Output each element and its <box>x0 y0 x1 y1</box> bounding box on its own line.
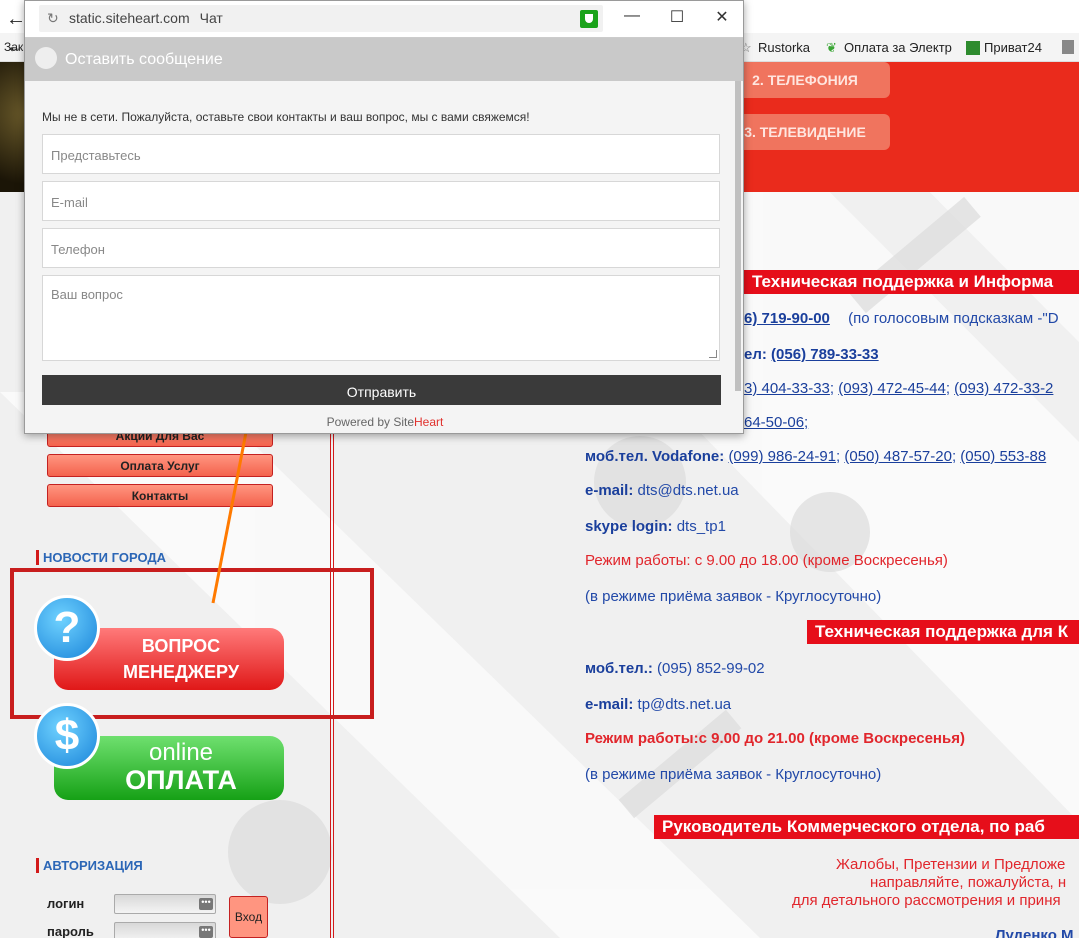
chat-header: Оставить сообщение <box>25 38 743 81</box>
send-button[interactable]: Отправить <box>42 375 721 405</box>
maximize-button[interactable]: ☐ <box>662 7 692 27</box>
security-shield-icon[interactable] <box>580 10 598 28</box>
resize-grip-icon[interactable] <box>709 350 717 358</box>
chat-popup-window: static.siteheart.com Чат ↻ — ☐ ✕ Оставить… <box>24 0 744 434</box>
phone-field[interactable]: Телефон <box>42 228 720 268</box>
url-bar[interactable]: static.siteheart.com Чат <box>39 5 603 32</box>
siteheart-link[interactable]: Site <box>393 415 414 429</box>
scrollbar[interactable] <box>735 81 741 391</box>
powered-by: Powered by SiteHeart <box>326 415 444 429</box>
chat-titlebar: static.siteheart.com Чат ↻ — ☐ ✕ <box>25 1 743 38</box>
name-field[interactable]: Представьтесь <box>42 134 720 174</box>
email-field[interactable]: E-mail <box>42 181 720 221</box>
offline-message: Мы не в сети. Пожалуйста, оставьте свои … <box>42 110 530 124</box>
chat-bubble-icon <box>35 47 57 69</box>
question-field[interactable]: Ваш вопрос <box>42 275 720 361</box>
close-button[interactable]: ✕ <box>707 7 737 27</box>
minimize-button[interactable]: — <box>617 7 647 25</box>
chat-header-title: Оставить сообщение <box>65 51 223 68</box>
reload-icon[interactable]: ↻ <box>47 10 59 27</box>
